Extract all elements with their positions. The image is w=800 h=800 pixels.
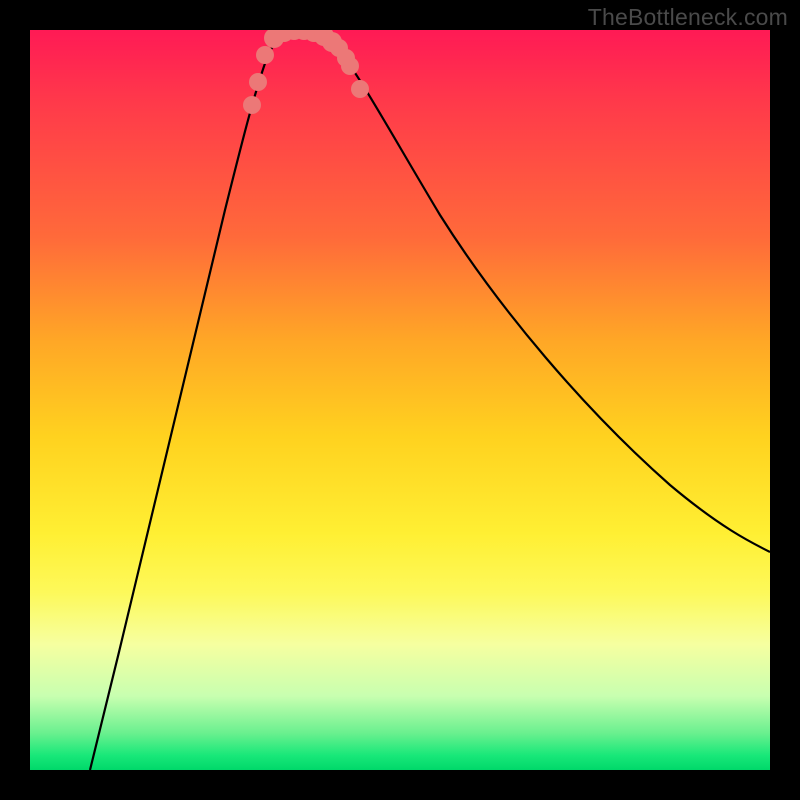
- bottleneck-curve: [90, 30, 770, 770]
- plot-area: [30, 30, 770, 770]
- watermark-text: TheBottleneck.com: [588, 4, 788, 31]
- chart-frame: TheBottleneck.com: [0, 0, 800, 800]
- curve-layer: [30, 30, 770, 770]
